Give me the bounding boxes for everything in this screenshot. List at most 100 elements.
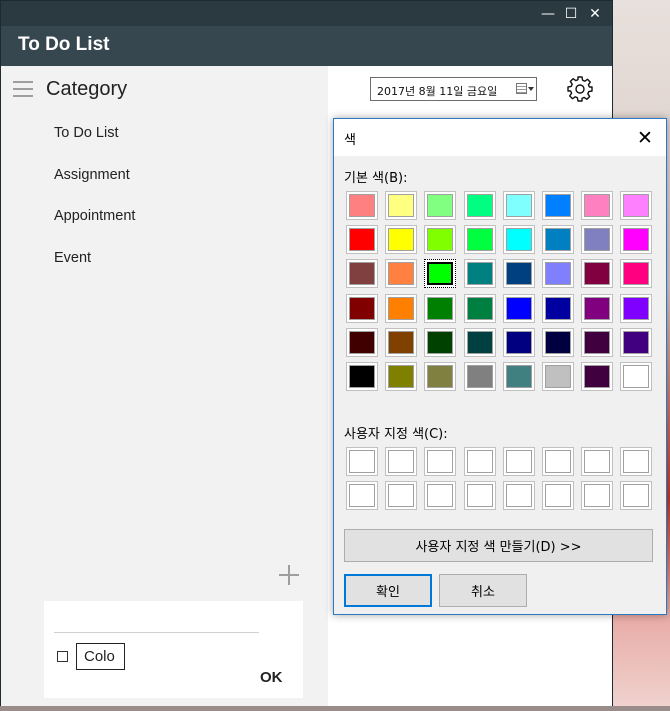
custom-color-swatch[interactable] [620,447,653,476]
basic-color-swatch[interactable] [424,259,457,289]
basic-color-swatch[interactable] [581,259,614,289]
custom-color-swatch[interactable] [502,447,535,476]
basic-color-swatch[interactable] [424,362,457,391]
custom-color-swatch-fill [427,484,454,507]
basic-color-swatch[interactable] [463,327,496,357]
color-dialog: 색 ✕ 기본 색(B): 사용자 지정 색(C): 사용자 지정 색 만들기(D… [333,118,667,615]
basic-color-swatch-fill [545,194,571,217]
ok-button[interactable]: OK [260,669,283,686]
basic-color-swatch[interactable] [502,191,535,220]
basic-color-swatch-fill [349,228,375,252]
custom-color-swatch[interactable] [424,481,457,510]
cancel-button[interactable]: 취소 [439,574,527,607]
minimize-button[interactable]: — [536,1,560,26]
basic-color-swatch[interactable] [385,362,418,391]
category-checkbox[interactable] [57,651,68,662]
basic-color-swatch[interactable] [385,225,418,255]
custom-color-swatch[interactable] [463,447,496,476]
basic-color-swatch[interactable] [620,362,653,391]
custom-color-swatch[interactable] [502,481,535,510]
custom-color-swatch[interactable] [385,481,418,510]
sidebar-item-assignment[interactable]: Assignment [54,167,130,183]
custom-color-swatch-fill [623,484,650,507]
basic-color-swatch[interactable] [502,259,535,289]
sidebar-item-event[interactable]: Event [54,250,91,266]
ok-confirm-button[interactable]: 확인 [344,574,432,607]
add-category-icon[interactable] [279,565,299,585]
basic-color-swatch[interactable] [424,293,457,323]
basic-color-swatch[interactable] [581,327,614,357]
gear-icon[interactable] [567,76,593,102]
basic-color-swatch[interactable] [463,362,496,391]
basic-color-swatch[interactable] [542,259,574,289]
color-field[interactable]: Colo [76,643,125,670]
basic-color-swatch[interactable] [542,191,574,220]
name-input-underline[interactable] [54,632,259,633]
basic-color-swatch[interactable] [620,191,653,220]
basic-color-swatch[interactable] [463,191,496,220]
basic-color-swatch[interactable] [542,293,574,323]
basic-color-swatch[interactable] [385,259,418,289]
basic-color-swatch[interactable] [346,225,378,255]
basic-color-swatch-fill [427,194,454,217]
basic-color-swatch[interactable] [620,327,653,357]
custom-color-swatch[interactable] [581,481,614,510]
basic-color-swatch-fill [545,330,571,354]
custom-color-swatch[interactable] [581,447,614,476]
basic-color-swatch[interactable] [542,362,574,391]
basic-color-swatch[interactable] [385,293,418,323]
basic-color-swatch[interactable] [346,191,378,220]
chevron-down-icon[interactable] [528,87,534,91]
basic-color-swatch[interactable] [424,327,457,357]
basic-color-swatch[interactable] [463,225,496,255]
custom-color-swatch[interactable] [346,481,378,510]
basic-color-swatch[interactable] [502,327,535,357]
hamburger-menu-icon[interactable] [13,81,33,97]
basic-color-swatch-fill [505,296,532,320]
sidebar-item-appointment[interactable]: Appointment [54,208,135,224]
custom-color-swatch-fill [466,450,493,473]
custom-color-swatch-fill [584,484,611,507]
custom-color-swatch[interactable] [620,481,653,510]
custom-color-swatch[interactable] [346,447,378,476]
basic-color-swatch[interactable] [346,293,378,323]
custom-color-swatch[interactable] [385,447,418,476]
basic-color-swatch[interactable] [620,259,653,289]
basic-color-swatch-fill [427,365,454,388]
sidebar-item-to-do-list[interactable]: To Do List [54,125,118,141]
date-picker[interactable]: 2017년 8월 11일 금요일 [370,77,537,101]
basic-color-swatch[interactable] [542,327,574,357]
basic-color-swatch-fill [388,262,415,286]
basic-color-swatch[interactable] [502,293,535,323]
basic-color-swatch[interactable] [463,259,496,289]
basic-color-swatch[interactable] [463,293,496,323]
basic-color-swatch[interactable] [424,225,457,255]
basic-color-swatch[interactable] [581,225,614,255]
basic-color-swatch[interactable] [542,225,574,255]
custom-color-swatch[interactable] [463,481,496,510]
basic-color-swatch-fill [623,365,650,388]
basic-color-swatch[interactable] [502,362,535,391]
calendar-icon[interactable] [516,83,527,94]
basic-color-swatch[interactable] [581,191,614,220]
basic-color-swatch-fill [466,330,493,354]
basic-color-swatch[interactable] [620,293,653,323]
custom-color-swatch[interactable] [542,481,574,510]
basic-color-swatch[interactable] [581,293,614,323]
basic-color-swatch[interactable] [502,225,535,255]
basic-color-swatch[interactable] [346,362,378,391]
basic-color-swatch[interactable] [346,327,378,357]
basic-color-swatch[interactable] [346,259,378,289]
maximize-button[interactable]: ☐ [559,1,583,26]
close-button[interactable]: ✕ [583,1,607,26]
basic-color-swatch[interactable] [581,362,614,391]
basic-color-swatch[interactable] [424,191,457,220]
basic-color-swatch-fill [466,262,493,286]
dialog-close-button[interactable]: ✕ [632,125,658,151]
custom-color-swatch[interactable] [424,447,457,476]
basic-color-swatch[interactable] [620,225,653,255]
basic-color-swatch[interactable] [385,327,418,357]
define-custom-colors-button[interactable]: 사용자 지정 색 만들기(D) >> [344,529,653,562]
basic-color-swatch[interactable] [385,191,418,220]
custom-color-swatch[interactable] [542,447,574,476]
